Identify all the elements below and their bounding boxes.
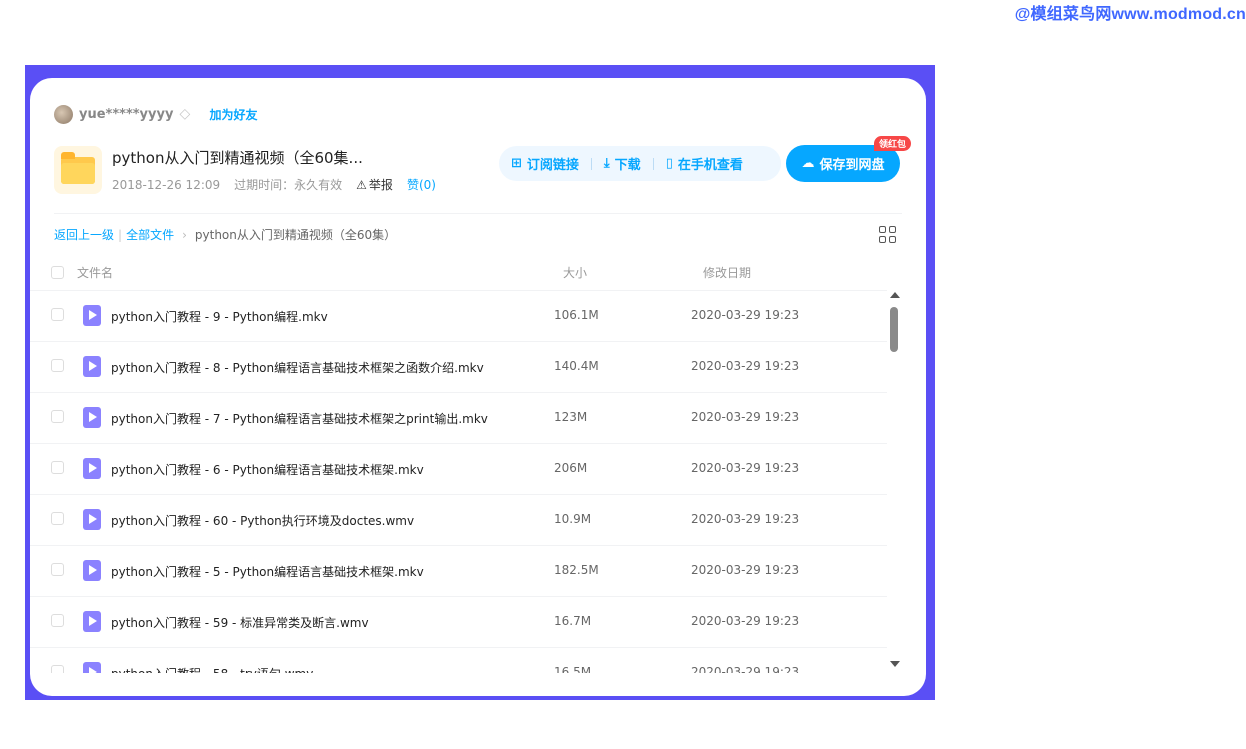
download-button[interactable]: ⤓ 下载	[604, 154, 641, 173]
grid-view-icon[interactable]	[879, 226, 896, 243]
redbag-badge[interactable]: 领红包	[874, 136, 912, 151]
mobile-view-label: 在手机查看	[677, 158, 743, 173]
table-row[interactable]: python入门教程 - 58 - try语句.wmv 16.5M 2020-0…	[30, 647, 887, 673]
file-name[interactable]: python入门教程 - 59 - 标准异常类及断言.wmv	[111, 614, 369, 631]
file-size: 206M	[554, 461, 588, 475]
header-name[interactable]: 文件名	[77, 264, 113, 281]
file-date: 2020-03-29 19:23	[691, 359, 800, 373]
row-checkbox[interactable]	[51, 410, 64, 423]
like-button[interactable]: 赞(0)	[407, 176, 436, 193]
header-size[interactable]: 大小	[563, 264, 587, 281]
action-pill: ⊞ 订阅链接 ⤓ 下载 ▯ 在手机查看	[499, 146, 781, 181]
video-file-icon	[83, 662, 101, 673]
row-checkbox[interactable]	[51, 461, 64, 474]
scrollbar-thumb[interactable]	[890, 307, 898, 352]
cloud-upload-icon: ☁	[801, 156, 815, 171]
video-file-icon	[83, 458, 101, 479]
row-checkbox[interactable]	[51, 359, 64, 372]
file-name[interactable]: python入门教程 - 6 - Python编程语言基础技术框架.mkv	[111, 461, 424, 478]
row-checkbox[interactable]	[51, 512, 64, 525]
file-date: 2020-03-29 19:23	[691, 665, 800, 673]
video-file-icon	[83, 509, 101, 530]
video-file-icon	[83, 611, 101, 632]
download-label: 下载	[614, 158, 641, 173]
folder-icon	[54, 146, 102, 194]
mobile-view-button[interactable]: ▯ 在手机查看	[666, 154, 743, 173]
file-size: 106.1M	[554, 308, 599, 322]
file-name[interactable]: python入门教程 - 60 - Python执行环境及doctes.wmv	[111, 512, 414, 529]
file-name[interactable]: python入门教程 - 5 - Python编程语言基础技术框架.mkv	[111, 563, 424, 580]
file-list: python入门教程 - 9 - Python编程.mkv 106.1M 202…	[30, 290, 887, 673]
video-file-icon	[83, 356, 101, 377]
file-name[interactable]: python入门教程 - 7 - Python编程语言基础技术框架之print输…	[111, 410, 488, 427]
row-checkbox[interactable]	[51, 308, 64, 321]
select-all-checkbox[interactable]	[51, 266, 64, 279]
scroll-down-arrow[interactable]	[890, 661, 900, 667]
diamond-icon: ◇	[179, 106, 191, 122]
share-title: python从入门到精通视频（全60集...	[112, 149, 363, 167]
file-size: 16.5M	[554, 665, 592, 673]
file-size: 10.9M	[554, 512, 592, 526]
table-header: 文件名 大小 修改日期	[30, 262, 926, 290]
share-frame: yue*****yyyy ◇ 加为好友 python从入门到精通视频（全60集.…	[25, 65, 935, 700]
subscribe-label: 订阅链接	[526, 158, 579, 173]
row-checkbox[interactable]	[51, 665, 64, 673]
watermark: @模组菜鸟网www.modmod.cn	[1014, 6, 1246, 23]
file-date: 2020-03-29 19:23	[691, 512, 800, 526]
file-date: 2020-03-29 19:23	[691, 410, 800, 424]
breadcrumb: 返回上一级 | 全部文件 › python从入门到精通视频（全60集）	[54, 226, 396, 243]
header-date[interactable]: 修改日期	[703, 264, 751, 281]
save-label: 保存到网盘	[819, 158, 885, 173]
share-created: 2018-12-26 12:09	[112, 177, 221, 192]
file-size: 16.7M	[554, 614, 592, 628]
file-size: 140.4M	[554, 359, 599, 373]
table-row[interactable]: python入门教程 - 8 - Python编程语言基础技术框架之函数介绍.m…	[30, 341, 887, 392]
file-size: 182.5M	[554, 563, 599, 577]
report-icon: ⚠	[356, 177, 367, 192]
user-row: yue*****yyyy ◇ 加为好友	[54, 104, 257, 124]
share-card: yue*****yyyy ◇ 加为好友 python从入门到精通视频（全60集.…	[30, 78, 926, 696]
add-friend-link[interactable]: 加为好友	[209, 106, 257, 123]
video-file-icon	[83, 407, 101, 428]
file-name[interactable]: python入门教程 - 9 - Python编程.mkv	[111, 308, 328, 325]
phone-icon: ▯	[665, 156, 673, 171]
row-checkbox[interactable]	[51, 614, 64, 627]
video-file-icon	[83, 560, 101, 581]
current-folder: python从入门到精通视频（全60集）	[194, 228, 397, 242]
file-name[interactable]: python入门教程 - 8 - Python编程语言基础技术框架之函数介绍.m…	[111, 359, 484, 376]
table-row[interactable]: python入门教程 - 60 - Python执行环境及doctes.wmv …	[30, 494, 887, 545]
table-row[interactable]: python入门教程 - 59 - 标准异常类及断言.wmv 16.7M 202…	[30, 596, 887, 647]
table-row[interactable]: python入门教程 - 7 - Python编程语言基础技术框架之print输…	[30, 392, 887, 443]
back-link[interactable]: 返回上一级	[54, 226, 114, 243]
all-files-link[interactable]: 全部文件	[126, 226, 174, 243]
header-divider	[54, 213, 902, 214]
chevron-right-icon: ›	[182, 227, 187, 242]
report-button[interactable]: ⚠ 举报	[356, 176, 393, 193]
table-row[interactable]: python入门教程 - 6 - Python编程语言基础技术框架.mkv 20…	[30, 443, 887, 494]
breadcrumb-separator: |	[118, 227, 123, 242]
file-date: 2020-03-29 19:23	[691, 461, 800, 475]
table-row[interactable]: python入门教程 - 5 - Python编程语言基础技术框架.mkv 18…	[30, 545, 887, 596]
download-icon: ⤓	[603, 156, 610, 171]
file-size: 123M	[554, 410, 588, 424]
row-checkbox[interactable]	[51, 563, 64, 576]
share-info: python从入门到精通视频（全60集... 2018-12-26 12:09 …	[54, 146, 436, 194]
share-meta: 2018-12-26 12:09 过期时间：永久有效 ⚠ 举报 赞(0)	[112, 176, 436, 193]
file-date: 2020-03-29 19:23	[691, 563, 800, 577]
subscribe-button[interactable]: ⊞ 订阅链接	[511, 154, 579, 173]
report-label: 举报	[368, 178, 393, 192]
video-file-icon	[83, 305, 101, 326]
avatar[interactable]	[54, 104, 73, 124]
file-name[interactable]: python入门教程 - 58 - try语句.wmv	[111, 665, 313, 673]
divider	[652, 157, 654, 170]
subscribe-icon: ⊞	[511, 156, 522, 171]
username[interactable]: yue*****yyyy	[79, 107, 173, 122]
share-expiry: 过期时间：永久有效	[234, 178, 343, 192]
file-date: 2020-03-29 19:23	[691, 308, 800, 322]
divider	[590, 157, 592, 170]
file-date: 2020-03-29 19:23	[691, 614, 800, 628]
table-row[interactable]: python入门教程 - 9 - Python编程.mkv 106.1M 202…	[30, 290, 887, 341]
scroll-up-arrow[interactable]	[890, 292, 900, 298]
